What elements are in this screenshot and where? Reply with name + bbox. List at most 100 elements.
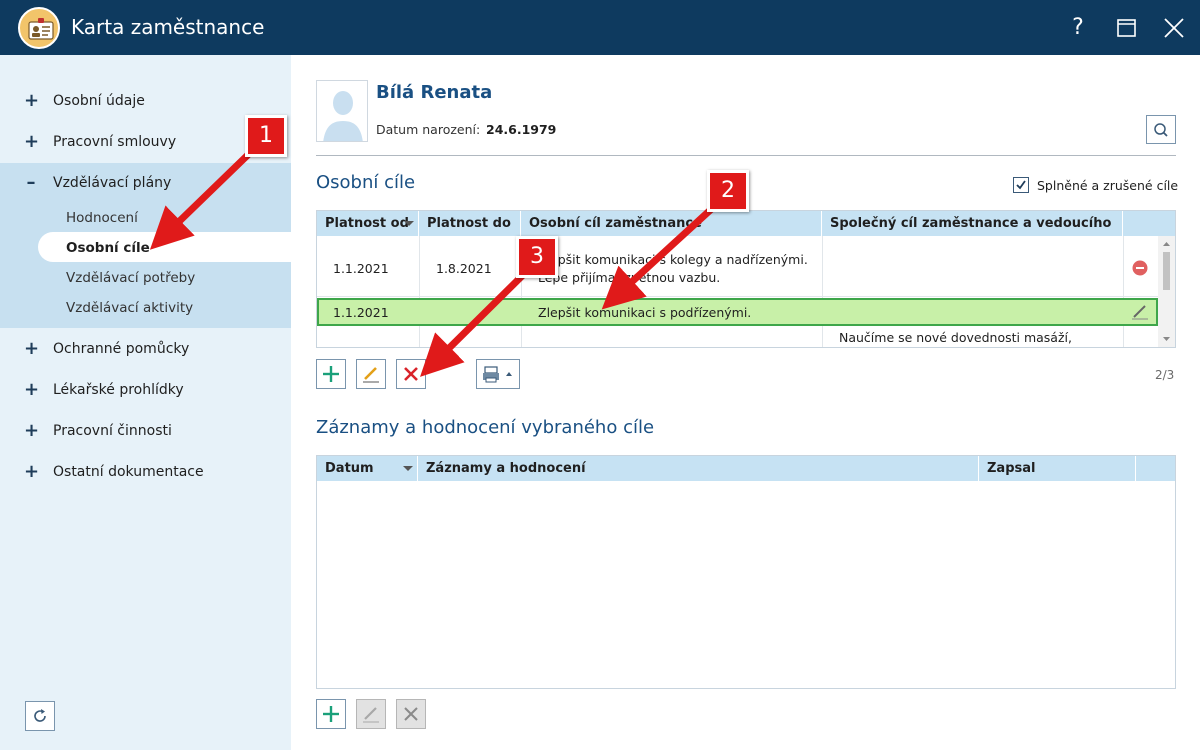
goals-section-title: Osobní cíle <box>316 172 416 193</box>
row-divider <box>317 296 1158 297</box>
sidebar-subitem-personal-goals[interactable]: Osobní cíle <box>66 240 150 256</box>
close-icon <box>1164 18 1184 38</box>
goals-table: Platnost od Platnost do Osobní cíl zaměs… <box>316 210 1176 348</box>
search-button[interactable] <box>1146 115 1176 144</box>
avatar <box>316 80 368 142</box>
add-record-button[interactable] <box>316 699 346 729</box>
delete-goal-button[interactable] <box>396 359 426 389</box>
sidebar-item-label: Ochranné pomůcky <box>53 341 190 357</box>
window-title: Karta zaměstnance <box>71 15 265 39</box>
column-header-records[interactable]: Záznamy a hodnocení <box>418 456 979 481</box>
sidebar-item-label: Vzdělávací plány <box>53 175 172 191</box>
add-goal-button[interactable] <box>316 359 346 389</box>
edit-record-button[interactable] <box>356 699 386 729</box>
plus-icon <box>323 366 339 382</box>
person-silhouette-icon <box>323 91 363 141</box>
column-header-actions <box>1123 211 1175 236</box>
records-table-header: Datum Záznamy a hodnocení Zapsal <box>317 456 1175 481</box>
cell-valid-from: 1.1.2021 <box>333 261 389 276</box>
cell-personal-goal-line: Lépe přijímat zpětnou vazbu. <box>538 270 721 285</box>
page-indicator: 2/3 <box>1155 368 1175 382</box>
column-header-date[interactable]: Datum <box>317 456 418 481</box>
printer-icon <box>483 366 512 383</box>
scrollbar-thumb[interactable] <box>1163 252 1170 290</box>
search-icon <box>1154 122 1168 137</box>
sidebar-item-other-documents[interactable]: + Ostatní dokumentace <box>0 452 291 492</box>
expand-icon: + <box>24 131 40 152</box>
header-divider <box>316 155 1176 156</box>
edit-pencil-icon[interactable] <box>1131 304 1149 324</box>
refresh-button[interactable] <box>25 701 55 731</box>
sidebar-subitem-education-needs[interactable]: Vzdělávací potřeby <box>66 270 195 286</box>
cell-valid-to: 1.8.2021 <box>436 261 492 276</box>
goals-table-scrollbar[interactable] <box>1158 236 1175 347</box>
checkmark-icon <box>1016 180 1026 190</box>
sort-desc-icon <box>403 466 413 471</box>
column-header-personal-goal[interactable]: Osobní cíl zaměstnance <box>521 211 822 236</box>
delete-x-icon <box>404 367 418 381</box>
maximize-button[interactable] <box>1110 12 1142 44</box>
close-button[interactable] <box>1158 12 1190 44</box>
sidebar-item-label: Pracovní činnosti <box>53 423 172 439</box>
employee-name: Bílá Renata <box>376 82 493 103</box>
sidebar-item-label: Ostatní dokumentace <box>53 464 204 480</box>
completed-goals-toggle[interactable]: Splněné a zrušené cíle <box>1013 177 1178 193</box>
column-header-valid-from[interactable]: Platnost od <box>317 211 419 236</box>
expand-icon: + <box>24 379 40 400</box>
sidebar-item-label: Pracovní smlouvy <box>53 134 177 150</box>
cell-valid-from: 1.1.2021 <box>333 305 389 320</box>
birth-date-value: 24.6.1979 <box>486 122 557 137</box>
pencil-icon <box>363 707 379 723</box>
sidebar-item-medical-checkups[interactable]: + Lékařské prohlídky <box>0 370 291 410</box>
sidebar-item-label: Osobní údaje <box>53 93 145 109</box>
expand-icon: + <box>24 90 40 111</box>
pencil-icon <box>363 367 379 383</box>
callout-badge-2: 2 <box>707 170 749 212</box>
scroll-up-icon <box>1163 242 1170 246</box>
sidebar: + Osobní údaje + Pracovní smlouvy – Vzdě… <box>0 55 291 750</box>
delete-x-icon <box>404 707 418 721</box>
cell-personal-goal-line: Zlepšit komunikaci s kolegy a nadřízeným… <box>538 252 808 267</box>
edit-goal-button[interactable] <box>356 359 386 389</box>
column-header-shared-goal[interactable]: Společný cíl zaměstnance a vedoucího <box>822 211 1123 236</box>
plus-icon <box>323 706 339 722</box>
title-bar: Karta zaměstnance ? <box>0 0 1200 55</box>
column-divider <box>822 236 823 347</box>
help-button[interactable]: ? <box>1062 12 1094 44</box>
cell-shared-goal: Naučíme se nové dovednosti masáží, <box>839 330 1072 345</box>
remove-icon[interactable] <box>1132 260 1148 280</box>
records-section-title: Záznamy a hodnocení vybraného cíle <box>316 417 655 438</box>
sidebar-subitem-evaluation[interactable]: Hodnocení <box>66 210 138 226</box>
sidebar-item-education-plans[interactable]: – Vzdělávací plány <box>0 163 291 203</box>
sidebar-subitem-education-activities[interactable]: Vzdělávací aktivity <box>66 300 193 316</box>
maximize-icon <box>1117 19 1136 37</box>
sidebar-item-label: Lékařské prohlídky <box>53 382 184 398</box>
records-table: Datum Záznamy a hodnocení Zapsal <box>316 455 1176 689</box>
completed-goals-checkbox[interactable] <box>1013 177 1029 193</box>
expand-icon: + <box>24 338 40 359</box>
cell-personal-goal: Zlepšit komunikaci s podřízenými. <box>538 305 752 320</box>
help-icon: ? <box>1072 15 1084 40</box>
table-row-selected[interactable]: 1.1.2021 Zlepšit komunikaci s podřízeným… <box>317 298 1158 326</box>
column-divider <box>1123 236 1124 347</box>
refresh-icon <box>34 709 46 722</box>
delete-record-button[interactable] <box>396 699 426 729</box>
sidebar-item-protective-equipment[interactable]: + Ochranné pomůcky <box>0 329 291 369</box>
birth-date-label: Datum narození: <box>376 122 481 137</box>
goals-table-header: Platnost od Platnost do Osobní cíl zaměs… <box>317 211 1175 236</box>
collapse-icon: – <box>26 172 36 193</box>
print-menu-button[interactable] <box>476 359 520 389</box>
sort-desc-icon <box>404 221 414 226</box>
expand-icon: + <box>24 420 40 441</box>
expand-icon: + <box>24 461 40 482</box>
id-card-icon <box>18 7 60 49</box>
completed-goals-label: Splněné a zrušené cíle <box>1037 177 1179 193</box>
column-header-author[interactable]: Zapsal <box>979 456 1136 481</box>
scroll-down-icon <box>1163 337 1170 341</box>
sidebar-item-work-activities[interactable]: + Pracovní činnosti <box>0 411 291 451</box>
callout-badge-3: 3 <box>516 236 558 278</box>
column-divider <box>419 236 420 347</box>
column-header-actions <box>1136 456 1175 481</box>
column-header-valid-to[interactable]: Platnost do <box>419 211 521 236</box>
callout-badge-1: 1 <box>245 115 287 157</box>
